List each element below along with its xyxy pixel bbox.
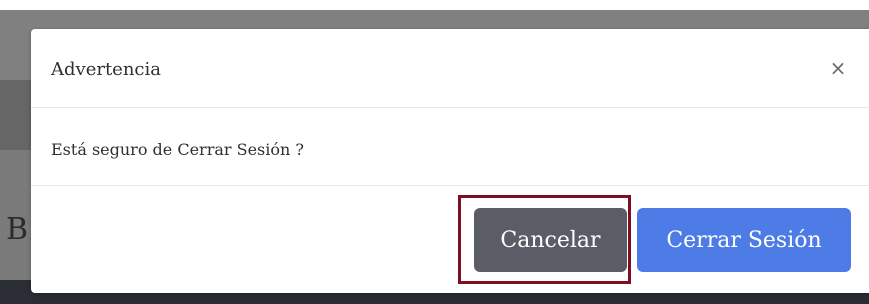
close-icon[interactable]: × <box>825 53 851 83</box>
modal-footer: Cancelar Cerrar Sesión <box>31 186 869 293</box>
modal-header: Advertencia × <box>31 29 869 108</box>
modal-message: Está seguro de Cerrar Sesión ? <box>51 140 304 159</box>
logout-button[interactable]: Cerrar Sesión <box>637 208 851 272</box>
modal-title: Advertencia <box>51 59 161 80</box>
background-topbar <box>0 0 869 10</box>
modal-body: Está seguro de Cerrar Sesión ? <box>31 108 869 186</box>
cancel-button[interactable]: Cancelar <box>474 208 627 272</box>
logout-confirm-modal: Advertencia × Está seguro de Cerrar Sesi… <box>31 29 869 293</box>
background-heading-fragment: B <box>6 212 29 247</box>
